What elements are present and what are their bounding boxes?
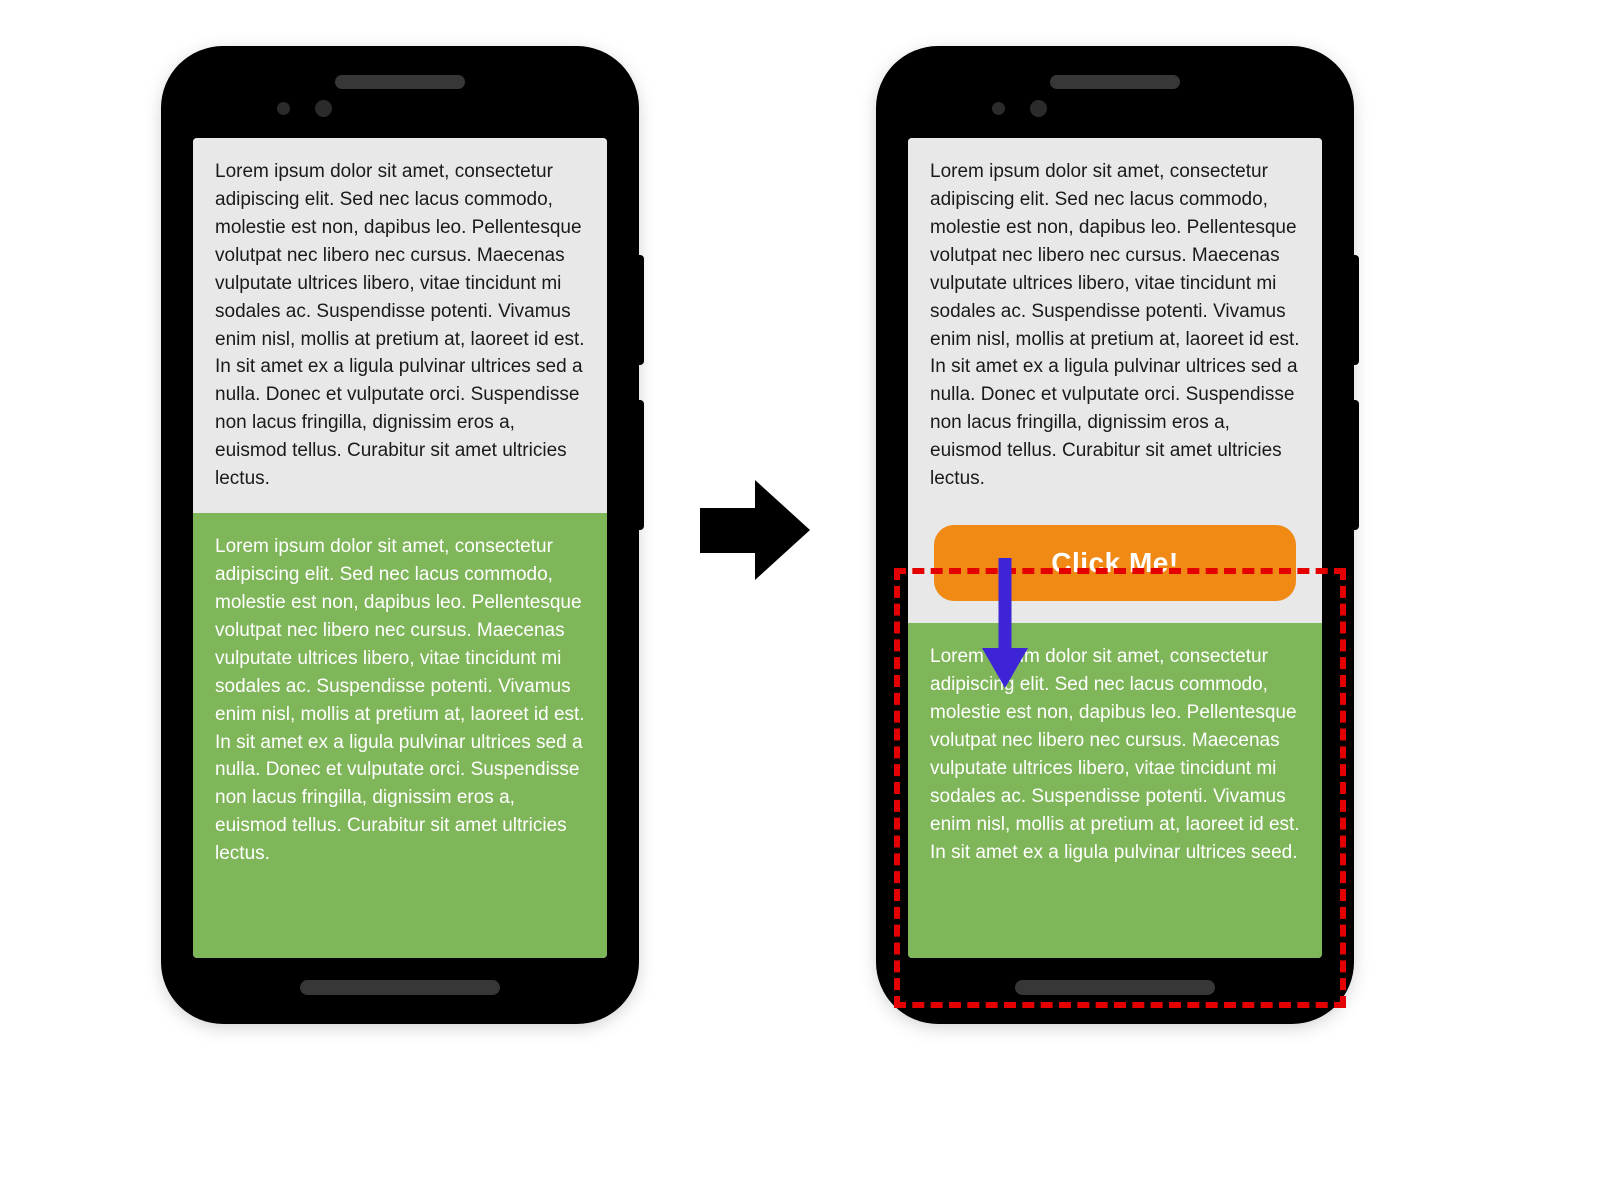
paragraph-1: Lorem ipsum dolor sit amet, consectetur … <box>930 158 1300 493</box>
speaker-bottom <box>300 980 500 995</box>
sensor-dot <box>992 102 1005 115</box>
arrow-shaft <box>999 558 1012 658</box>
volume-button <box>1350 400 1359 530</box>
diagram-canvas: Lorem ipsum dolor sit amet, consectetur … <box>0 0 1600 1200</box>
screen-after[interactable]: Lorem ipsum dolor sit amet, consectetur … <box>908 138 1322 958</box>
content-block-2: Lorem ipsum dolor sit amet, consectetur … <box>193 513 607 958</box>
sensor-dot <box>277 102 290 115</box>
phone-before: Lorem ipsum dolor sit amet, consectetur … <box>165 50 635 1020</box>
button-row: Click Me! <box>908 503 1322 623</box>
volume-button <box>635 400 644 530</box>
content-block-1: Lorem ipsum dolor sit amet, consectetur … <box>193 138 607 513</box>
shift-down-arrow-icon <box>992 558 1018 688</box>
phone-after: Lorem ipsum dolor sit amet, consectetur … <box>880 50 1350 1020</box>
content-block-2: Lorem ipsum dolor sit amet, consectetur … <box>908 623 1322 958</box>
paragraph-2: Lorem ipsum dolor sit amet, consectetur … <box>215 533 585 868</box>
power-button <box>1350 255 1359 365</box>
power-button <box>635 255 644 365</box>
transition-arrow-icon <box>700 480 810 580</box>
speaker-bottom <box>1015 980 1215 995</box>
front-camera <box>1030 100 1047 117</box>
arrow-head <box>755 480 810 580</box>
arrow-shaft <box>700 508 755 553</box>
speaker-top <box>1050 75 1180 89</box>
click-me-button[interactable]: Click Me! <box>934 525 1296 601</box>
click-me-label: Click Me! <box>1051 547 1178 579</box>
paragraph-1: Lorem ipsum dolor sit amet, consectetur … <box>215 158 585 493</box>
speaker-top <box>335 75 465 89</box>
arrow-head <box>982 648 1028 688</box>
content-block-1: Lorem ipsum dolor sit amet, consectetur … <box>908 138 1322 503</box>
screen-before[interactable]: Lorem ipsum dolor sit amet, consectetur … <box>193 138 607 958</box>
front-camera <box>315 100 332 117</box>
